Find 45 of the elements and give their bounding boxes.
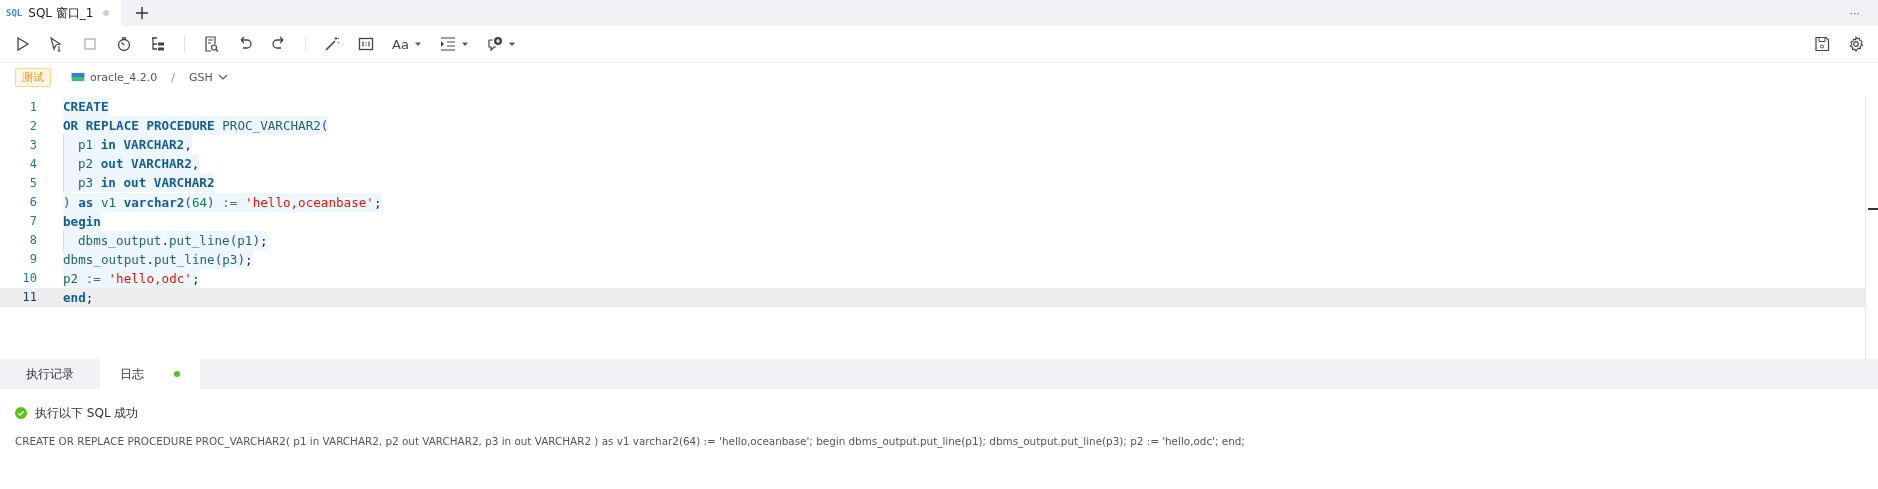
line-number: 4 — [28, 156, 38, 171]
database-icon — [71, 73, 85, 81]
line-number: 10 — [21, 271, 38, 286]
line-number: 3 — [28, 137, 38, 152]
log-sql-text: CREATE OR REPLACE PROCEDURE PROC_VARCHAR2( p1 in VARCHAR2, p2 out VARCHAR2, p3 in out VARCHAR2 ) as v1 varchar2(64) := 'hello,oceanbase'; begin dbms_output.put_line(p1); dbms_output.put_line(p3); p2 := 'hello,odc'; end; — [15, 435, 1246, 447]
document-search-icon[interactable] — [203, 36, 219, 52]
line-number: 9 — [28, 252, 38, 267]
code-line: end; — [63, 289, 94, 307]
breadcrumb-separator: / — [171, 70, 176, 84]
line-number: 6 — [28, 195, 38, 209]
timer-icon[interactable] — [116, 36, 132, 52]
format-box-icon[interactable] — [358, 36, 374, 52]
comment-plus-icon — [486, 36, 503, 52]
editor-tab[interactable]: SQL SQL 窗口_1 — [0, 0, 122, 26]
environment-tag: 测试 — [15, 67, 51, 87]
caret-icon — [460, 40, 469, 48]
connection-name[interactable]: oracle_4.2.0 — [90, 70, 158, 84]
line-number: 5 — [28, 175, 38, 190]
unsaved-dot-icon — [103, 10, 110, 16]
caret-icon — [507, 40, 516, 48]
font-size-button[interactable]: Aa — [392, 36, 422, 52]
schema-selector[interactable]: GSH — [189, 70, 228, 84]
sql-file-icon: SQL — [6, 8, 23, 18]
indent-icon — [439, 36, 456, 52]
add-tab-icon[interactable] — [135, 6, 150, 20]
settings-icon[interactable] — [1848, 36, 1864, 52]
result-tab[interactable]: 执行记录 — [0, 359, 100, 389]
caret-icon — [413, 40, 422, 48]
save-icon[interactable] — [1814, 36, 1830, 52]
log-message: 执行以下 SQL 成功 — [35, 404, 139, 422]
indent-button[interactable] — [439, 36, 469, 52]
run-icon[interactable] — [14, 36, 30, 52]
run-selection-icon[interactable] — [48, 36, 64, 52]
result-tab[interactable]: 日志 — [100, 359, 200, 389]
tab-label: SQL 窗口_1 — [28, 4, 94, 22]
line-number: 8 — [28, 233, 38, 248]
line-number: 11 — [21, 290, 38, 305]
more-button[interactable]: ··· — [1849, 6, 1860, 20]
line-number: 7 — [28, 214, 38, 229]
plan-tree-icon[interactable] — [150, 36, 166, 52]
line-number: 2 — [28, 118, 38, 133]
magic-wand-icon[interactable] — [324, 36, 340, 52]
comment-button[interactable] — [486, 36, 516, 52]
chevron-down-icon — [217, 74, 228, 80]
line-number: 1 — [28, 99, 38, 114]
